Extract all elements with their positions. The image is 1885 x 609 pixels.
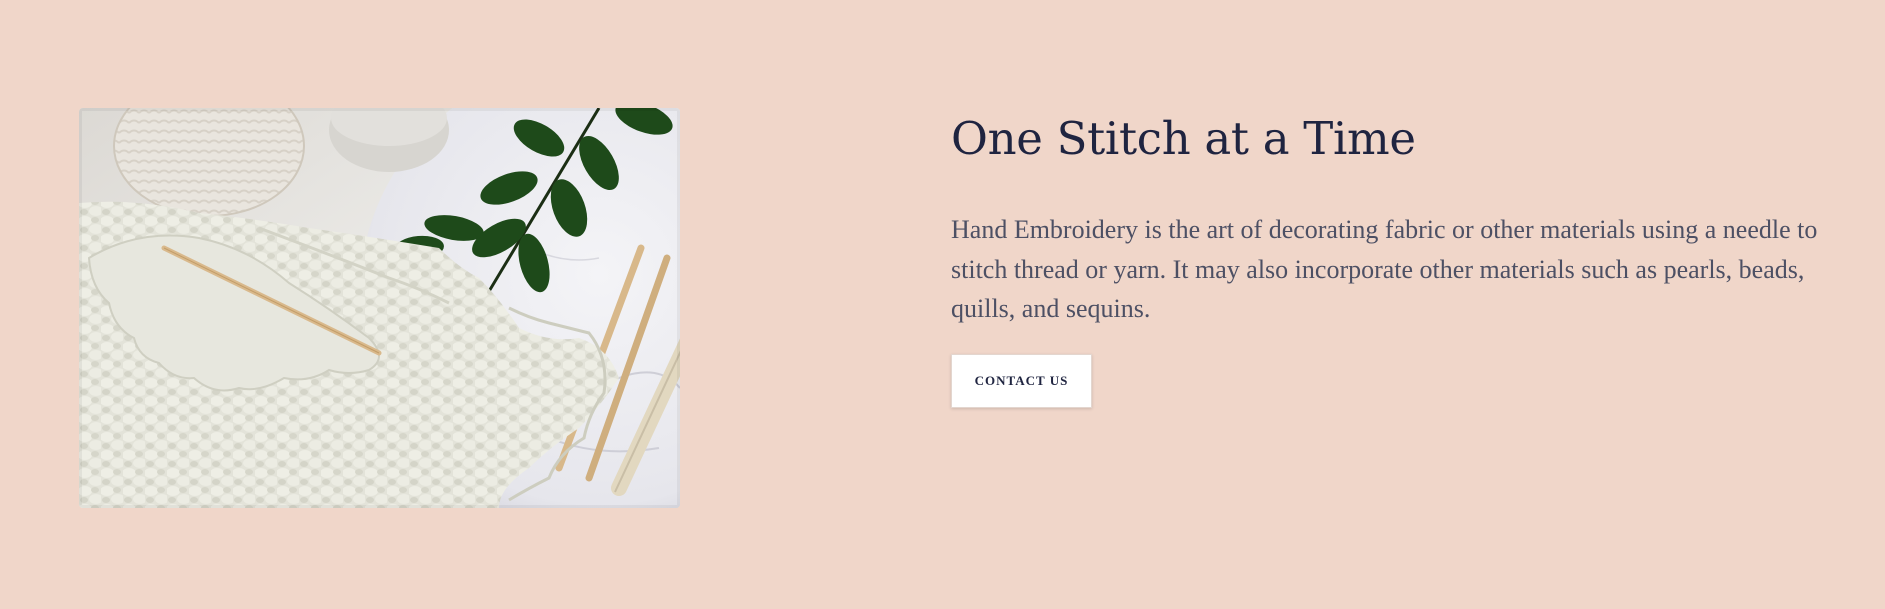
crochet-photo-icon (79, 108, 680, 508)
feature-section: One Stitch at a Time Hand Embroidery is … (0, 0, 1885, 609)
feature-description: Hand Embroidery is the art of decorating… (951, 215, 1818, 323)
feature-image (79, 108, 680, 508)
feature-content: One Stitch at a Time Hand Embroidery is … (951, 108, 1851, 408)
feature-title: One Stitch at a Time (951, 112, 1416, 165)
contact-us-button[interactable]: CONTACT US (951, 354, 1092, 408)
